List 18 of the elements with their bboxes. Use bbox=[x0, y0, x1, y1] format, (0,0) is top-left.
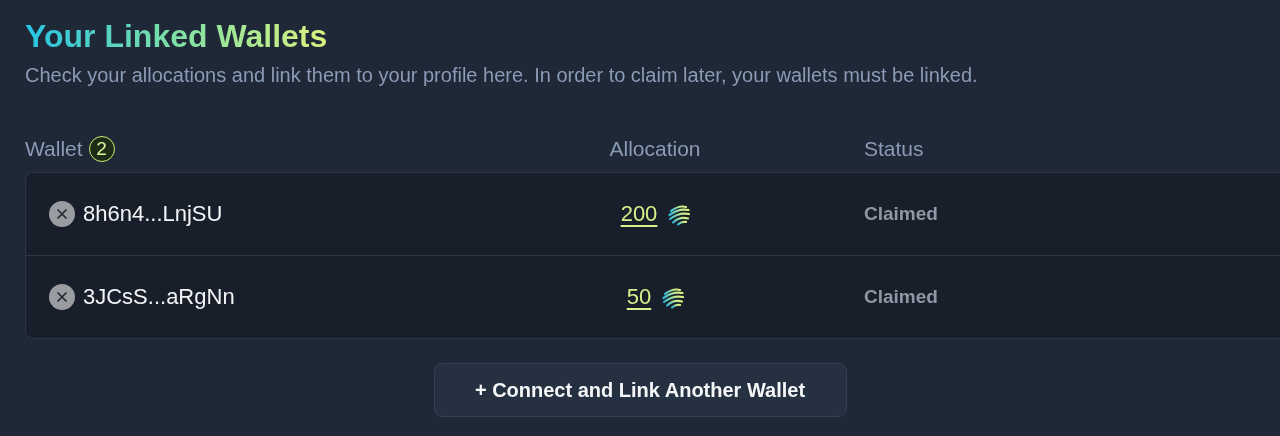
wallet-address: 8h6n4...LnjSU bbox=[83, 201, 223, 227]
token-icon bbox=[661, 285, 686, 309]
page-description: Check your allocations and link them to your profile here. In order to claim later, your wallets must be linked. bbox=[25, 63, 979, 88]
allocation-link[interactable]: 50 bbox=[626, 284, 652, 310]
close-icon bbox=[56, 291, 68, 303]
column-header: Wallet bbox=[25, 137, 83, 161]
allocation-link[interactable]: 200 bbox=[620, 201, 658, 227]
connect-wallet-button[interactable]: + Connect and Link Another Wallet bbox=[433, 363, 847, 417]
column-header: Allocation bbox=[609, 137, 701, 161]
wallet-address: 3JCsS...aRgNn bbox=[83, 284, 235, 310]
column-header: Status bbox=[864, 137, 924, 161]
token-icon bbox=[667, 202, 692, 226]
close-icon bbox=[56, 208, 68, 220]
remove-button[interactable] bbox=[49, 201, 75, 227]
status-text: Claimed bbox=[864, 286, 938, 308]
count-badge: 2 bbox=[88, 136, 115, 162]
remove-button[interactable] bbox=[49, 284, 75, 310]
status-text: Claimed bbox=[864, 203, 938, 225]
